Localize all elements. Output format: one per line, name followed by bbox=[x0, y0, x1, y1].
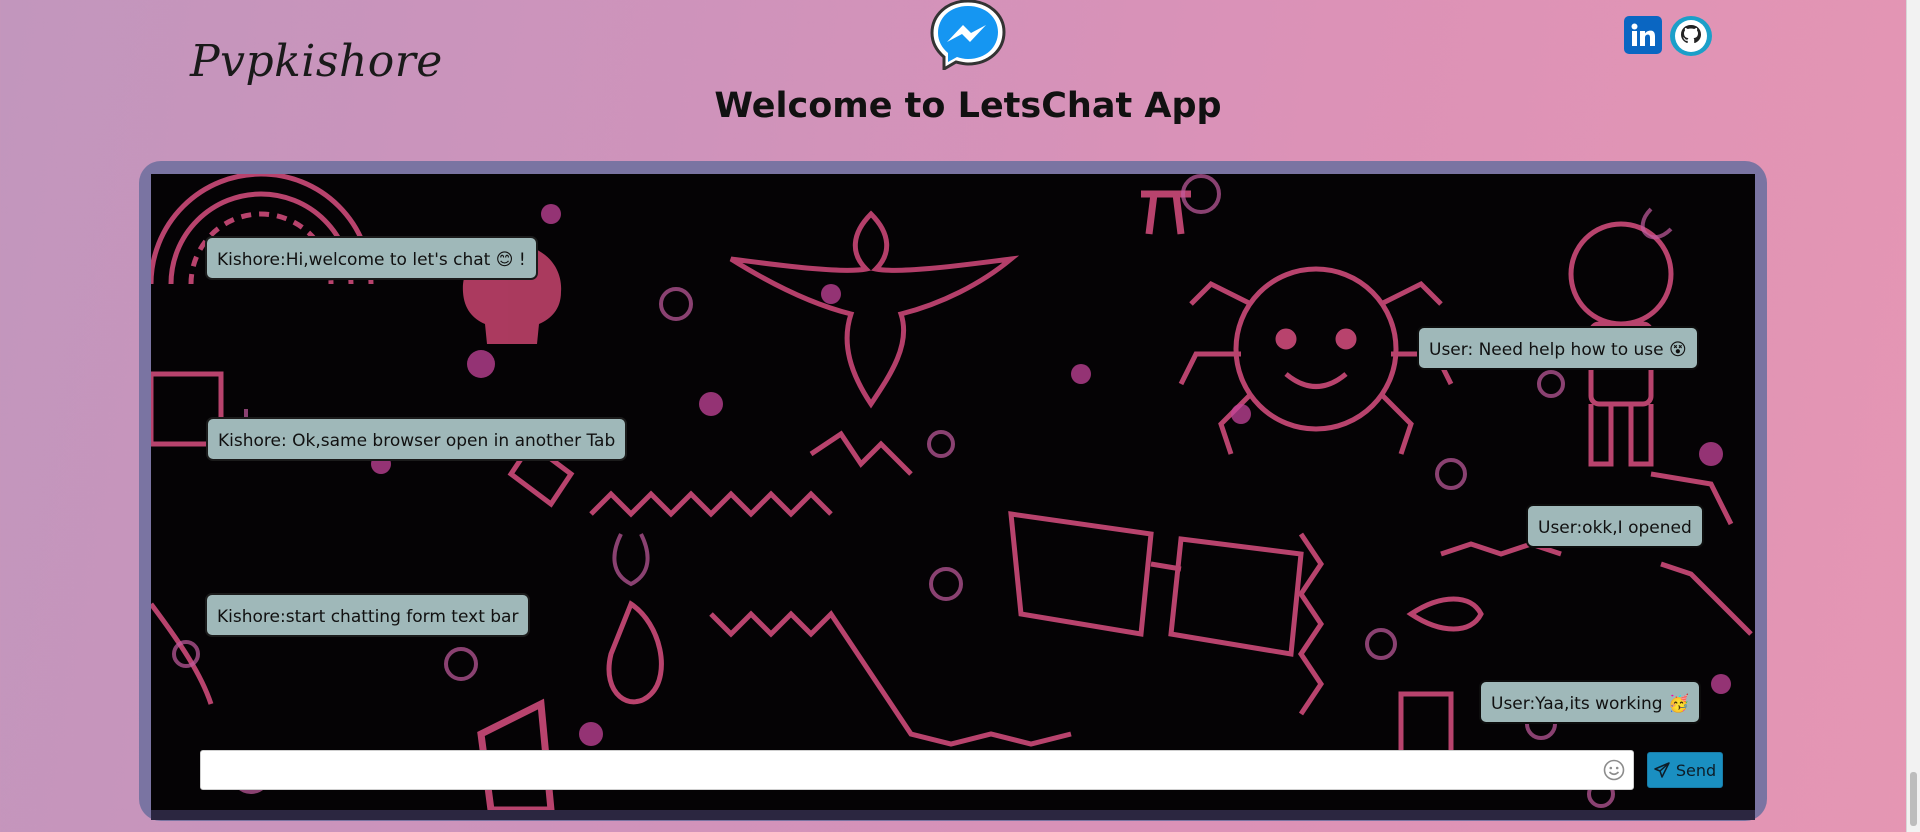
github-icon[interactable] bbox=[1670, 16, 1712, 56]
chat-window: Kishore:Hi,welcome to let's chat 😊 ! Use… bbox=[151, 174, 1755, 810]
chat-message: Kishore: Ok,same browser open in another… bbox=[206, 417, 628, 461]
linkedin-icon[interactable] bbox=[1624, 16, 1662, 54]
chat-message: User:Yaa,its working 🥳 bbox=[1479, 680, 1702, 724]
send-button-label: Send bbox=[1675, 760, 1717, 780]
smiley-icon[interactable] bbox=[1602, 758, 1626, 782]
chat-message: User:okk,I opened bbox=[1526, 504, 1704, 548]
chat-message: User: Need help how to use 😵 bbox=[1417, 326, 1699, 370]
send-button[interactable]: Send bbox=[1647, 752, 1723, 788]
chat-message: Kishore:start chatting form text bar bbox=[205, 593, 531, 637]
message-input[interactable] bbox=[200, 750, 1634, 790]
messenger-icon bbox=[930, 0, 1006, 70]
chat-footer-bar bbox=[151, 810, 1755, 820]
brand-logo-text: Pvpkishore bbox=[190, 36, 443, 87]
paper-plane-icon bbox=[1654, 762, 1670, 778]
chat-message: Kishore:Hi,welcome to let's chat 😊 ! bbox=[205, 236, 538, 280]
scrollbar-thumb[interactable] bbox=[1910, 772, 1917, 826]
page-title: Welcome to LetsChat App bbox=[714, 86, 1222, 126]
